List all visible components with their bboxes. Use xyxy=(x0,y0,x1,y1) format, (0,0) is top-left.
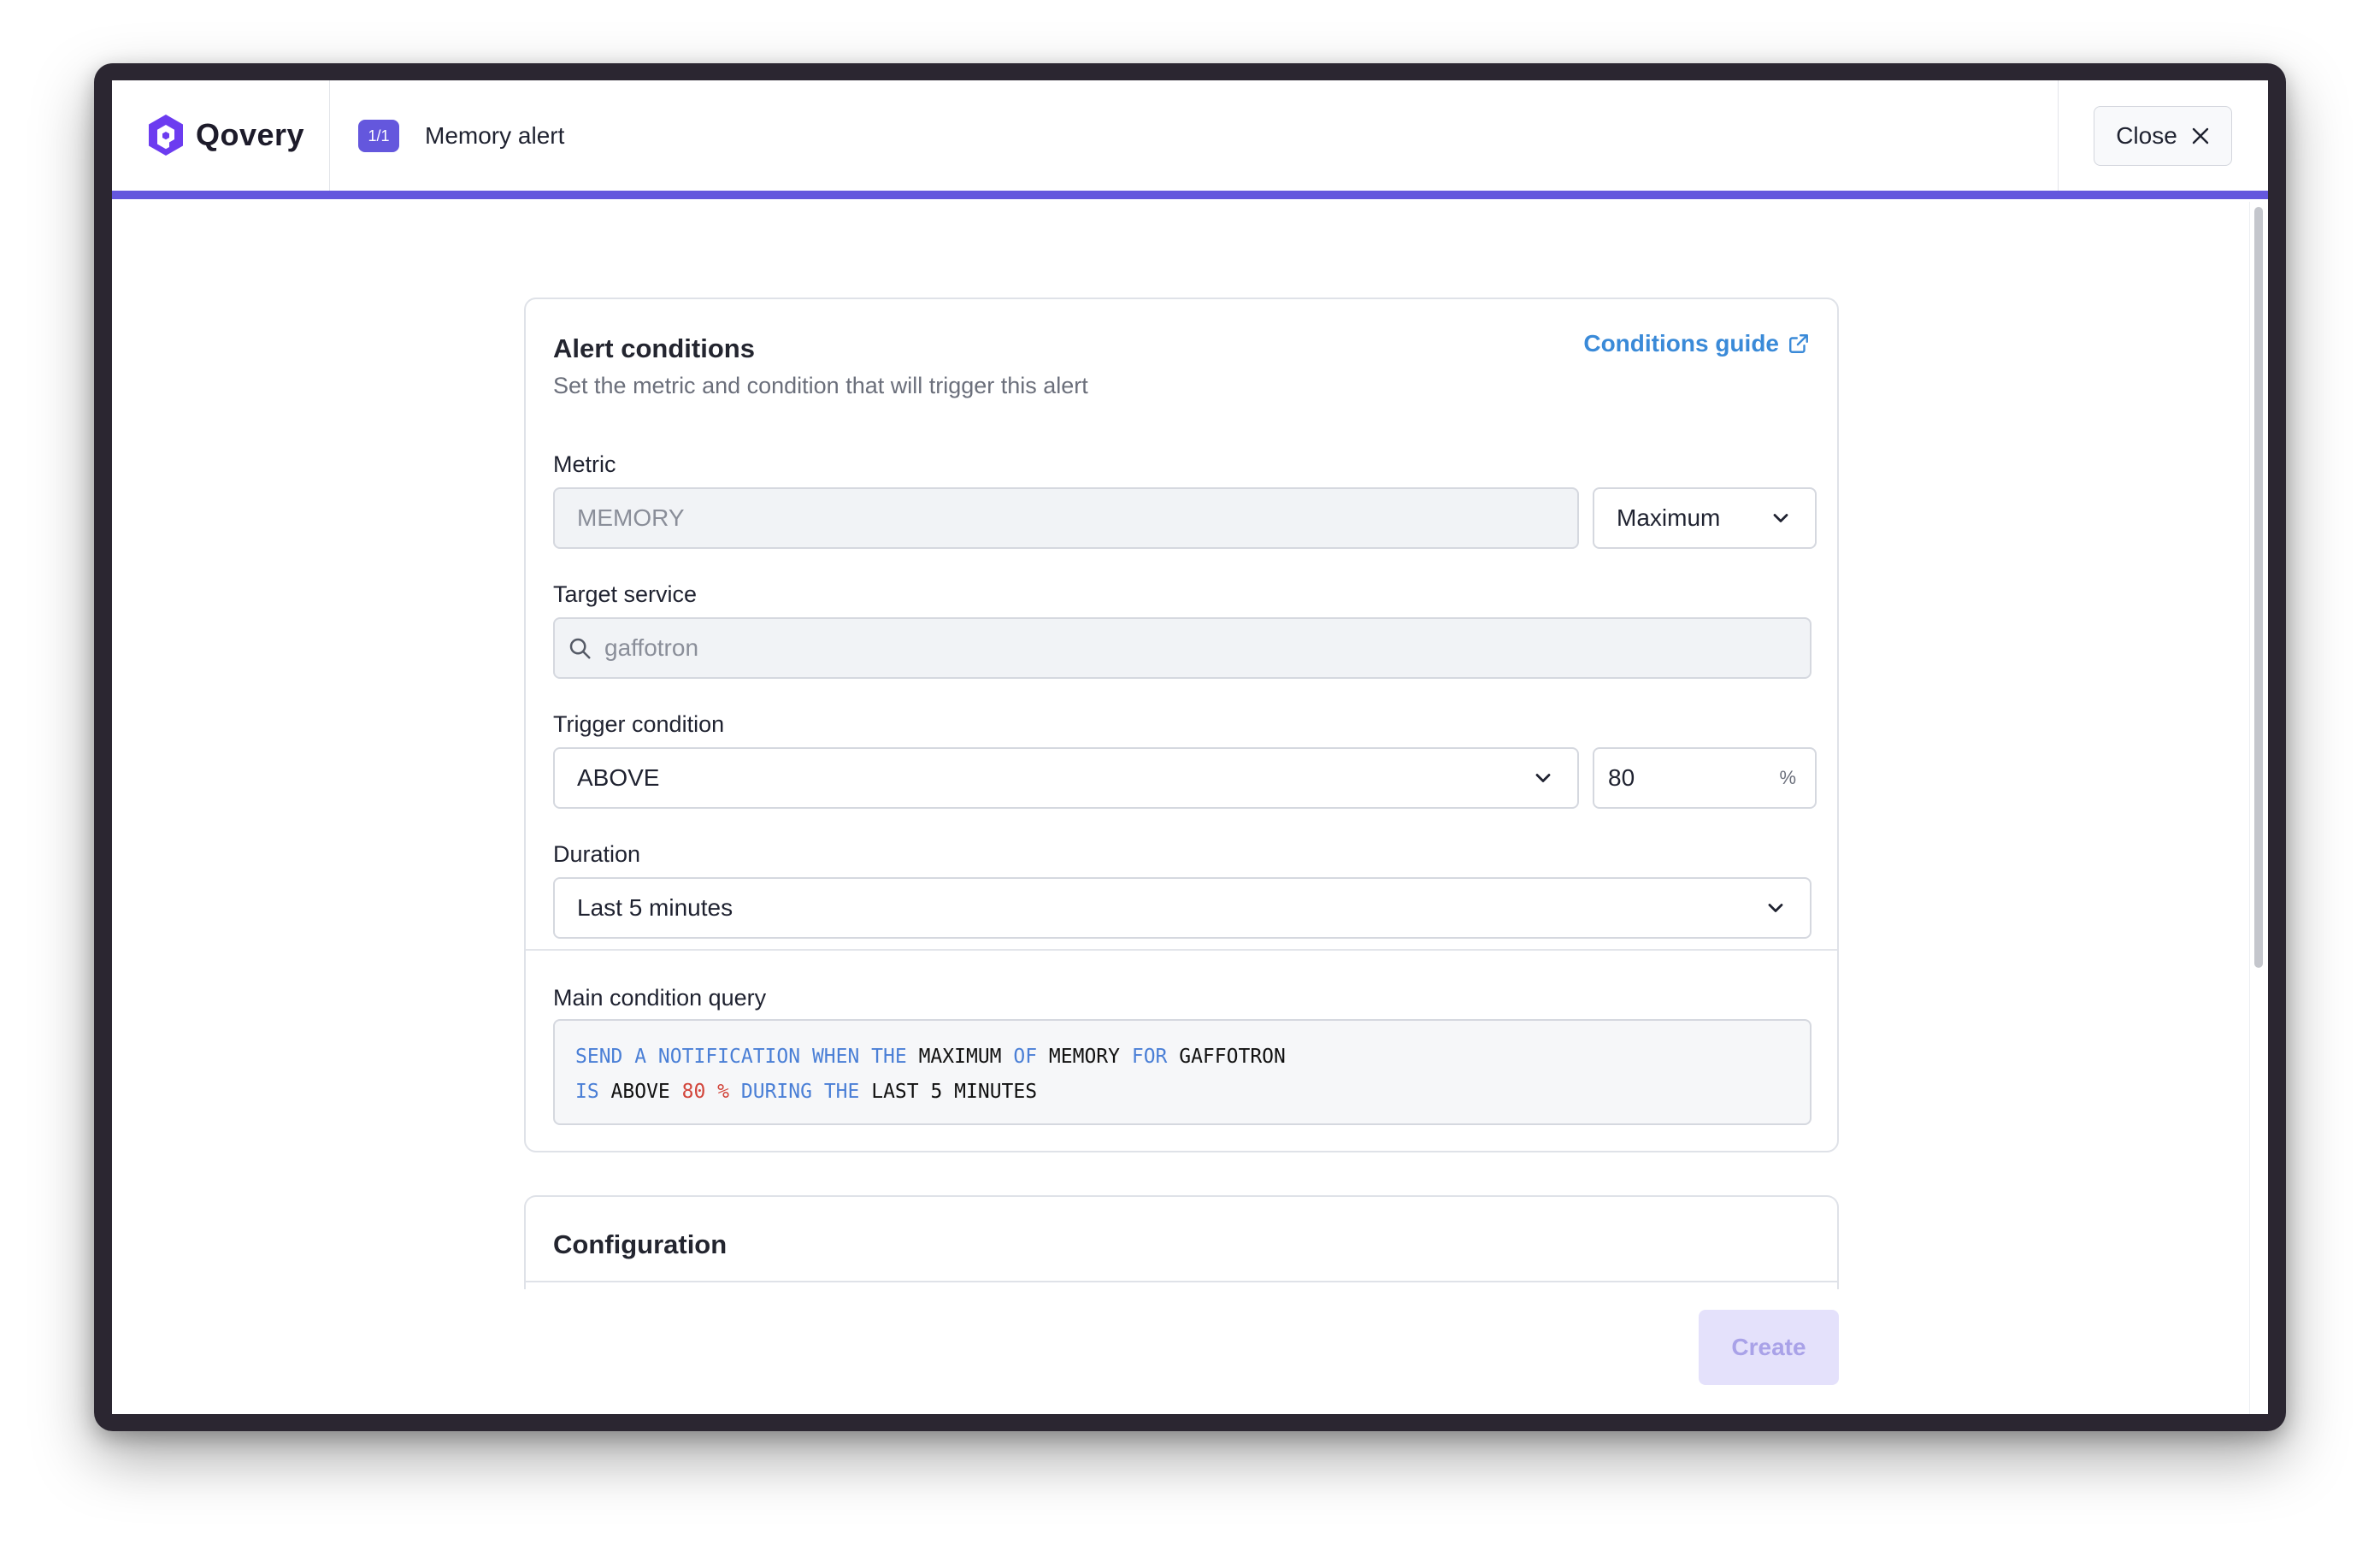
query-token: DURING THE xyxy=(740,1081,872,1103)
brand-logo: Qovery xyxy=(146,111,304,159)
external-link-icon xyxy=(1789,334,1808,353)
conditions-guide-link[interactable]: Conditions guide xyxy=(1583,330,1810,357)
progress-bar xyxy=(112,191,2268,199)
target-service-value: gaffotron xyxy=(604,634,699,661)
target-service-field: gaffotron xyxy=(553,617,1812,679)
query-token: LAST 5 MINUTES xyxy=(871,1081,1038,1103)
close-label: Close xyxy=(2116,122,2177,149)
query-line-2: IS ABOVE 80 % DURING THE LAST 5 MINUTES xyxy=(575,1075,1789,1110)
section-divider xyxy=(524,1281,1839,1282)
metric-label: Metric xyxy=(553,451,616,477)
configuration-card: Configuration xyxy=(524,1195,1839,1289)
aggregation-select[interactable]: Maximum xyxy=(1593,487,1817,549)
chevron-down-icon xyxy=(1535,774,1551,782)
target-service-label: Target service xyxy=(553,581,698,607)
header-divider xyxy=(2058,80,2059,192)
chevron-down-icon xyxy=(1773,514,1788,522)
close-icon xyxy=(2192,127,2208,144)
search-icon xyxy=(569,638,591,659)
condition-query-box: SEND A NOTIFICATION WHEN THE MAXIMUM OF … xyxy=(553,1019,1812,1125)
query-line-1: SEND A NOTIFICATION WHEN THE MAXIMUM OF … xyxy=(575,1040,1789,1075)
query-token: OF xyxy=(1013,1046,1049,1068)
query-token: 80 % xyxy=(681,1081,741,1103)
duration-value: Last 5 minutes xyxy=(577,894,733,921)
close-button[interactable]: Close xyxy=(2094,106,2232,166)
modal-window: Qovery 1/1 Memory alert Close Alert cond… xyxy=(112,80,2268,1414)
query-token: MEMORY xyxy=(1048,1046,1132,1068)
duration-select[interactable]: Last 5 minutes xyxy=(553,877,1812,939)
query-token: GAFFOTRON xyxy=(1179,1046,1286,1068)
configuration-title: Configuration xyxy=(553,1229,728,1259)
alert-conditions-card: Alert conditions Set the metric and cond… xyxy=(524,298,1839,1152)
guide-link-label: Conditions guide xyxy=(1583,330,1779,357)
trigger-condition-label: Trigger condition xyxy=(553,711,725,737)
duration-label: Duration xyxy=(553,841,641,867)
scrollbar-thumb[interactable] xyxy=(2254,207,2263,968)
step-title: Memory alert xyxy=(425,122,565,149)
metric-field: MEMORY xyxy=(553,487,1579,549)
query-label: Main condition query xyxy=(553,985,767,1011)
chevron-down-icon xyxy=(1768,904,1783,912)
card-subtitle: Set the metric and condition that will t… xyxy=(553,373,1088,398)
metric-value: MEMORY xyxy=(577,504,685,531)
trigger-operator-value: ABOVE xyxy=(577,764,660,791)
threshold-value: 80 xyxy=(1608,764,1635,791)
threshold-unit: % xyxy=(1779,767,1796,788)
qovery-logo-icon xyxy=(149,115,183,156)
card-title: Alert conditions xyxy=(553,333,755,363)
create-button[interactable]: Create xyxy=(1699,1310,1839,1385)
query-token: SEND A NOTIFICATION WHEN THE xyxy=(575,1046,919,1068)
query-token: MAXIMUM xyxy=(918,1046,1014,1068)
aggregation-value: Maximum xyxy=(1617,504,1721,531)
section-divider xyxy=(526,949,1837,951)
step-badge: 1/1 xyxy=(358,120,399,152)
threshold-input[interactable]: 80 % xyxy=(1593,747,1817,809)
query-token: ABOVE xyxy=(610,1081,682,1103)
query-token: FOR xyxy=(1131,1046,1180,1068)
modal-header: Qovery 1/1 Memory alert Close xyxy=(112,80,2268,192)
query-token: IS xyxy=(575,1081,611,1103)
trigger-operator-select[interactable]: ABOVE xyxy=(553,747,1579,809)
brand-name: Qovery xyxy=(196,117,305,152)
header-divider xyxy=(329,80,330,192)
